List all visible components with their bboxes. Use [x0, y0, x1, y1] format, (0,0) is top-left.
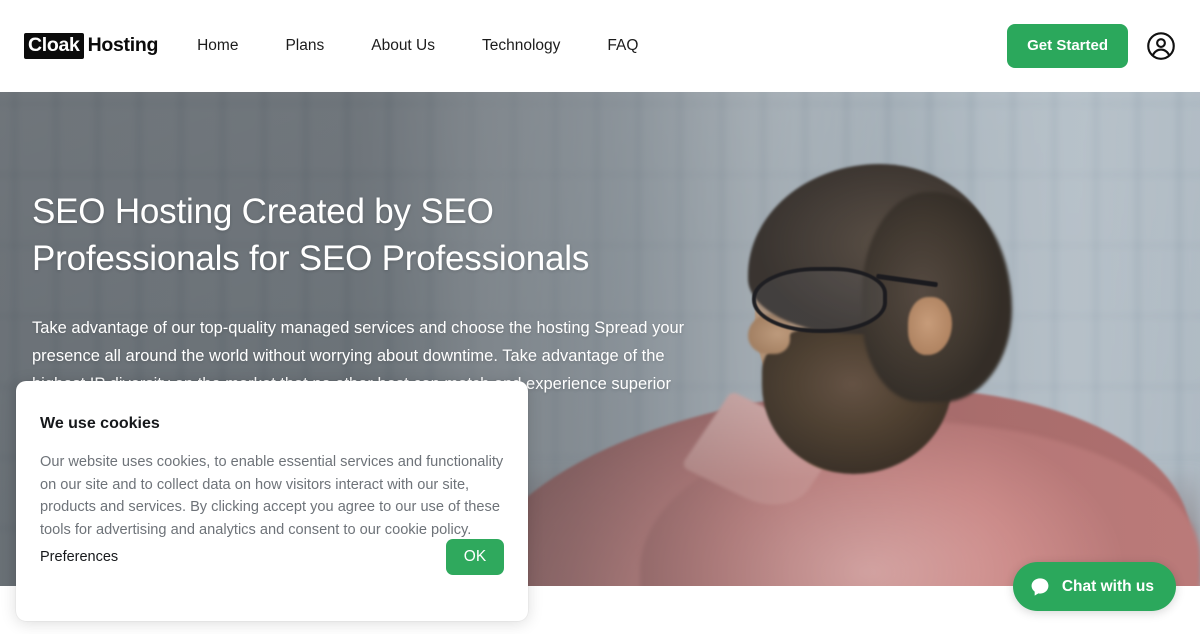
header-actions: Get Started — [1007, 24, 1176, 68]
hero-title: SEO Hosting Created by SEO Professionals… — [32, 192, 590, 278]
hero-content: SEO Hosting Created by SEO Professionals… — [32, 188, 692, 398]
nav-item-technology[interactable]: Technology — [482, 29, 560, 63]
cookie-banner-title: We use cookies — [40, 415, 160, 432]
nav-item-home[interactable]: Home — [197, 29, 238, 63]
account-circle-icon[interactable] — [1146, 31, 1176, 61]
cookie-banner-body: Our website uses cookies, to enable esse… — [40, 454, 504, 538]
cookie-banner-actions: Preferences OK — [40, 539, 504, 575]
cookie-consent-banner: We use cookies Our website uses cookies,… — [16, 381, 528, 621]
get-started-button[interactable]: Get Started — [1007, 24, 1128, 68]
page-root: Cloak Hosting Home Plans About Us Techno… — [0, 0, 1200, 634]
site-header: Cloak Hosting Home Plans About Us Techno… — [0, 0, 1200, 92]
chat-widget-label: Chat with us — [1061, 577, 1154, 595]
nav-item-faq[interactable]: FAQ — [607, 29, 638, 63]
logo-word-hosting: Hosting — [87, 34, 159, 57]
chat-widget-button[interactable]: Chat with us — [1012, 562, 1176, 611]
main-navigation: Home Plans About Us Technology FAQ — [197, 29, 638, 63]
nav-item-plans[interactable]: Plans — [285, 29, 324, 63]
cookie-preferences-button[interactable]: Preferences — [40, 549, 118, 565]
cookie-ok-button[interactable]: OK — [446, 539, 504, 575]
site-logo[interactable]: Cloak Hosting — [24, 32, 159, 60]
logo-mark-cloak: Cloak — [24, 32, 84, 60]
chat-bubble-icon — [1031, 577, 1049, 596]
nav-item-about-us[interactable]: About Us — [371, 29, 435, 63]
